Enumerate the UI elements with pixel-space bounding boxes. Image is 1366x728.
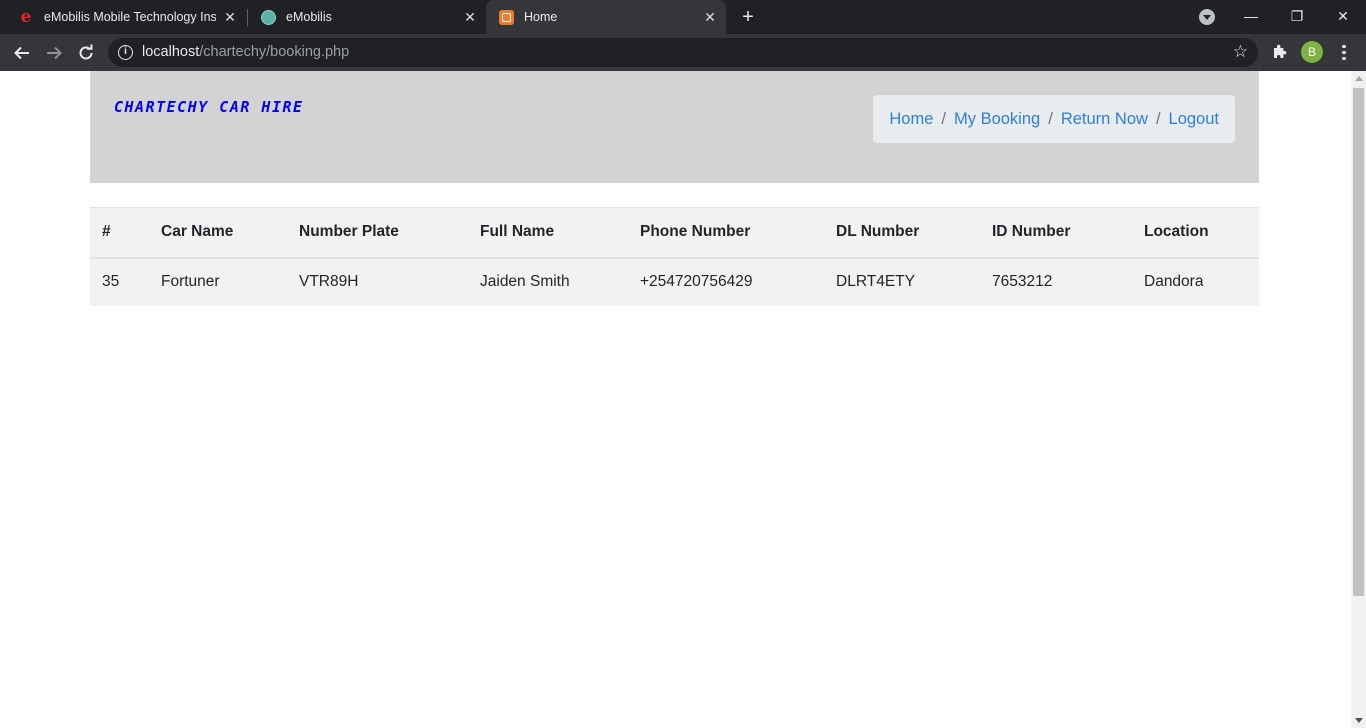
close-tab-icon[interactable]: ✕ xyxy=(462,9,478,25)
bookmark-star-icon[interactable]: ☆ xyxy=(1233,42,1248,62)
page-scrollbar[interactable] xyxy=(1351,71,1366,728)
nav-link-return-now[interactable]: Return Now xyxy=(1061,110,1148,129)
cell-dl-number: DLRT4ETY xyxy=(836,273,915,290)
forward-arrow-icon[interactable] xyxy=(42,41,66,65)
profile-avatar[interactable]: B xyxy=(1301,41,1323,63)
browser-toolbar: i localhost/chartechy/booking.php ☆ B xyxy=(0,34,1366,71)
column-header-id-number: ID Number xyxy=(992,223,1071,241)
browser-tab-emobilis-institute[interactable]: e eMobilis Mobile Technology Insti ✕ xyxy=(0,0,246,34)
column-header-full-name: Full Name xyxy=(480,223,555,241)
tab-search-icon[interactable] xyxy=(1199,9,1215,25)
url-host: localhost xyxy=(142,44,200,60)
nav-link-home[interactable]: Home xyxy=(889,110,933,129)
minimize-icon[interactable]: — xyxy=(1238,3,1264,29)
tab-title: Home xyxy=(524,10,558,24)
url-path: /chartechy/booking.php xyxy=(199,44,350,60)
cell-number-plate: VTR89H xyxy=(299,273,359,290)
tab-title: eMobilis Mobile Technology Insti xyxy=(44,10,216,24)
page-viewport: CHARTECHY CAR HIRE Home / My Booking / R… xyxy=(0,71,1366,728)
extensions-puzzle-icon[interactable] xyxy=(1271,43,1288,65)
close-tab-icon[interactable]: ✕ xyxy=(222,9,238,25)
column-header-number: # xyxy=(102,223,111,241)
new-tab-icon[interactable]: + xyxy=(738,7,758,27)
column-header-dl-number: DL Number xyxy=(836,223,920,241)
reload-icon[interactable] xyxy=(74,41,98,65)
cell-phone-number: +254720756429 xyxy=(640,273,753,290)
table-row: 35 Fortuner VTR89H Jaiden Smith +2547207… xyxy=(90,257,1259,306)
address-bar[interactable]: i localhost/chartechy/booking.php ☆ xyxy=(108,38,1258,67)
close-tab-icon[interactable]: ✕ xyxy=(702,9,718,25)
scroll-down-arrow-icon[interactable] xyxy=(1355,718,1363,723)
cell-id-number: 7653212 xyxy=(992,273,1053,290)
tab-divider xyxy=(247,9,248,26)
site-brand: CHARTECHY CAR HIRE xyxy=(114,98,304,116)
emobilis-e-icon: e xyxy=(20,7,32,27)
site-header: CHARTECHY CAR HIRE Home / My Booking / R… xyxy=(90,71,1259,183)
nav-link-logout[interactable]: Logout xyxy=(1169,110,1219,129)
cell-location: Dandora xyxy=(1144,273,1204,290)
column-header-car-name: Car Name xyxy=(161,223,234,241)
cell-number: 35 xyxy=(102,273,120,290)
column-header-location: Location xyxy=(1144,223,1209,241)
cell-car-name: Fortuner xyxy=(161,273,220,290)
column-header-number-plate: Number Plate xyxy=(299,223,399,241)
page-container: CHARTECHY CAR HIRE Home / My Booking / R… xyxy=(90,71,1259,306)
tab-title: eMobilis xyxy=(286,10,332,24)
browser-tab-home[interactable]: Home ✕ xyxy=(486,0,726,34)
xampp-icon xyxy=(498,9,514,25)
scrollbar-thumb[interactable] xyxy=(1353,88,1364,596)
close-window-icon[interactable]: ✕ xyxy=(1330,3,1356,29)
column-header-phone-number: Phone Number xyxy=(640,223,751,241)
url-text: localhost/chartechy/booking.php xyxy=(142,44,349,60)
breadcrumb-separator: / xyxy=(941,109,946,128)
bookings-table: # Car Name Number Plate Full Name Phone … xyxy=(90,207,1259,306)
browser-menu-icon[interactable] xyxy=(1337,42,1351,62)
site-info-icon[interactable]: i xyxy=(118,45,133,60)
restore-icon[interactable]: ❐ xyxy=(1284,3,1310,29)
cell-full-name: Jaiden Smith xyxy=(480,273,570,290)
globe-icon xyxy=(260,9,276,25)
browser-tab-emobilis[interactable]: eMobilis ✕ xyxy=(250,0,486,34)
back-arrow-icon[interactable] xyxy=(10,41,34,65)
breadcrumb-separator: / xyxy=(1155,109,1161,128)
browser-tab-strip: e eMobilis Mobile Technology Insti ✕ eMo… xyxy=(0,0,1366,34)
table-header-row: # Car Name Number Plate Full Name Phone … xyxy=(90,207,1259,258)
scroll-up-arrow-icon[interactable] xyxy=(1355,76,1363,81)
nav-link-my-booking[interactable]: My Booking xyxy=(954,110,1040,129)
breadcrumb-nav: Home / My Booking / Return Now / Logout xyxy=(873,95,1235,143)
breadcrumb-separator: / xyxy=(1048,109,1053,128)
